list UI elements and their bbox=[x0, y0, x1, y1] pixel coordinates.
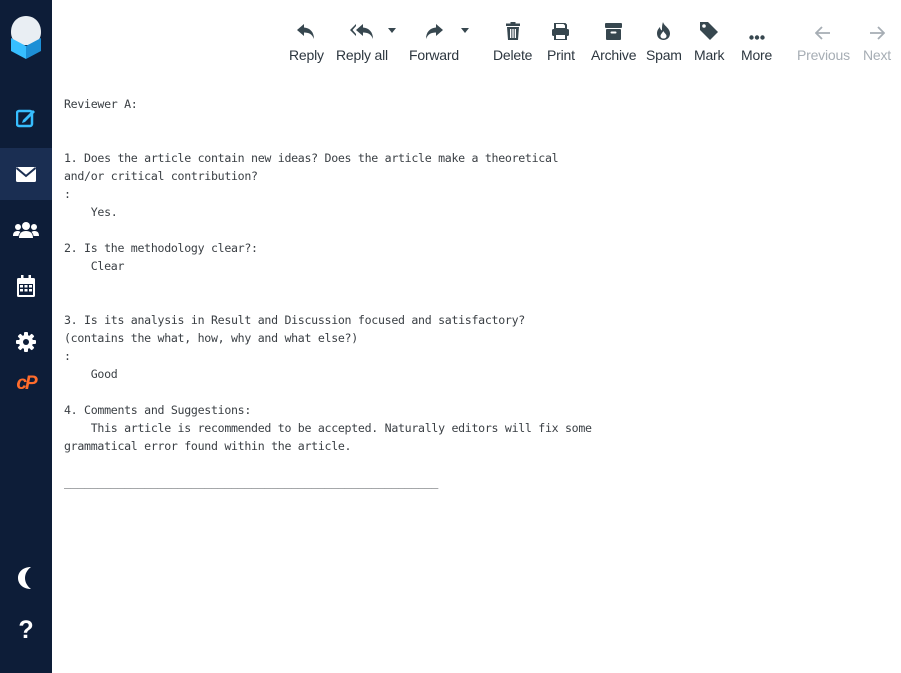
sidebar-dark-mode[interactable] bbox=[0, 552, 52, 604]
message-line: : bbox=[64, 349, 71, 363]
more-icon bbox=[748, 35, 765, 40]
contacts-icon bbox=[13, 222, 39, 238]
message-toolbar: Reply Reply all Forward Delete Print Arc… bbox=[52, 0, 901, 80]
arrow-right-icon bbox=[870, 26, 885, 40]
printer-icon bbox=[552, 23, 570, 40]
sidebar: cP ? bbox=[0, 0, 52, 673]
reply-all-button[interactable]: Reply all bbox=[336, 12, 388, 76]
message-line: 2. Is the methodology clear?: bbox=[64, 241, 258, 255]
logo-icon bbox=[11, 16, 41, 59]
message-line: (contains the what, how, why and what el… bbox=[64, 331, 358, 345]
message-line: ________________________________________… bbox=[64, 475, 439, 489]
sidebar-compose[interactable] bbox=[0, 92, 52, 144]
reply-all-dropdown-caret[interactable] bbox=[388, 28, 396, 33]
sidebar-contacts[interactable] bbox=[0, 204, 52, 256]
calendar-icon bbox=[17, 275, 35, 297]
previous-button[interactable]: Previous bbox=[797, 12, 850, 76]
moon-icon bbox=[18, 567, 31, 589]
message-line: Yes. bbox=[64, 205, 118, 219]
tag-icon bbox=[700, 22, 719, 40]
next-button[interactable]: Next bbox=[863, 12, 891, 76]
message-text: Reviewer A: 1. Does the article contain … bbox=[64, 95, 592, 491]
mail-icon bbox=[15, 166, 37, 182]
message-line: 3. Is its analysis in Result and Discuss… bbox=[64, 313, 525, 327]
arrow-left-icon bbox=[815, 26, 831, 40]
sidebar-calendar[interactable] bbox=[0, 260, 52, 312]
message-line: Good bbox=[64, 367, 118, 381]
forward-icon bbox=[425, 24, 443, 39]
forward-button[interactable]: Forward bbox=[409, 12, 459, 76]
reply-icon bbox=[297, 24, 315, 39]
message-line: and/or critical contribution? bbox=[64, 169, 258, 183]
message-body: Reviewer A: 1. Does the article contain … bbox=[52, 80, 901, 673]
settings-icon bbox=[16, 332, 36, 352]
message-line: 4. Comments and Suggestions: bbox=[64, 403, 252, 417]
archive-icon bbox=[605, 23, 623, 40]
compose-icon bbox=[16, 109, 35, 128]
reply-button[interactable]: Reply bbox=[289, 12, 324, 76]
fire-icon bbox=[657, 22, 671, 40]
sidebar-cpanel[interactable]: cP bbox=[0, 358, 52, 410]
sidebar-help[interactable]: ? bbox=[0, 604, 52, 656]
more-button[interactable]: More bbox=[741, 12, 772, 76]
message-line: This article is recommended to be accept… bbox=[64, 421, 592, 435]
message-line: 1. Does the article contain new ideas? D… bbox=[64, 151, 559, 165]
message-line: Clear bbox=[64, 259, 125, 273]
forward-dropdown-caret[interactable] bbox=[461, 28, 469, 33]
cpanel-icon: cP bbox=[16, 373, 37, 394]
message-line: grammatical error found within the artic… bbox=[64, 439, 352, 453]
message-line: : bbox=[64, 187, 71, 201]
spam-button[interactable]: Spam bbox=[646, 12, 682, 76]
help-icon: ? bbox=[18, 615, 34, 644]
archive-button[interactable]: Archive bbox=[591, 12, 636, 76]
reply-all-icon bbox=[349, 24, 373, 39]
message-line: Reviewer A: bbox=[64, 97, 138, 111]
mark-button[interactable]: Mark bbox=[694, 12, 725, 76]
sidebar-mail[interactable] bbox=[0, 148, 52, 200]
print-button[interactable]: Print bbox=[547, 12, 575, 76]
delete-button[interactable]: Delete bbox=[493, 12, 532, 76]
trash-icon bbox=[505, 22, 520, 40]
